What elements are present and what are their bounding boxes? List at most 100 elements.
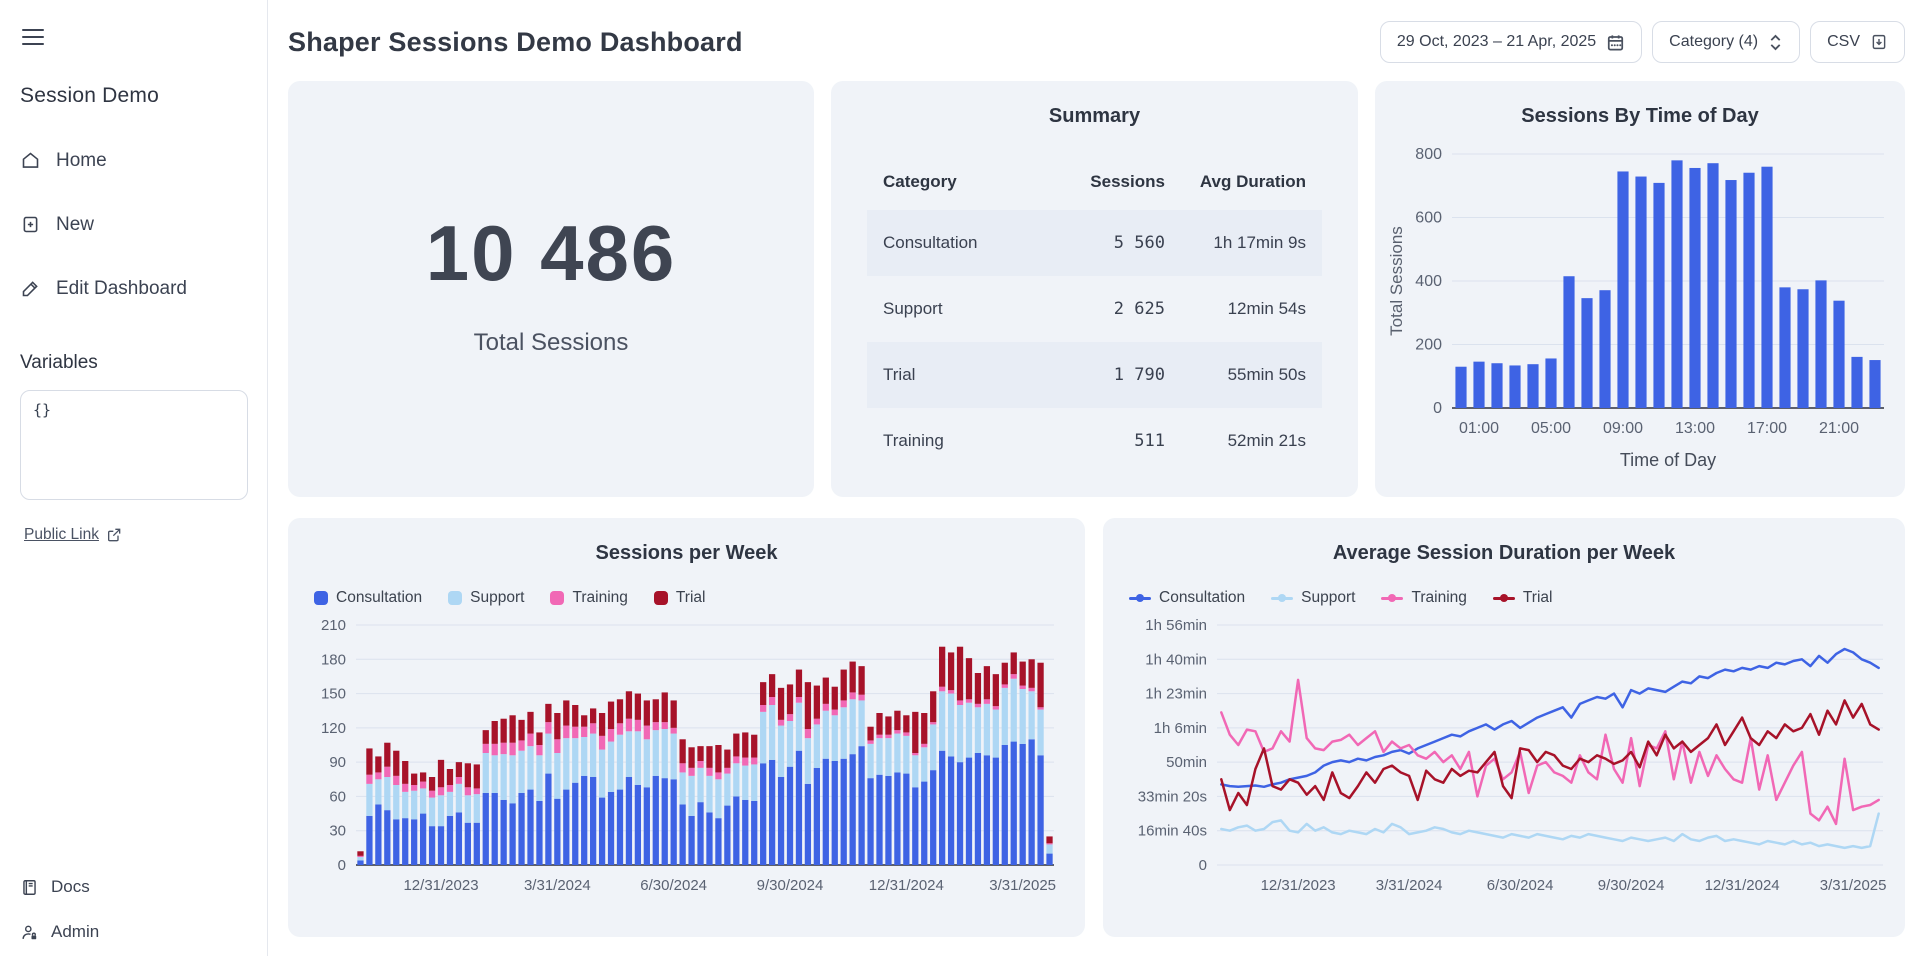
bar-segment-trial [662,692,668,722]
table-row: Consultation 5 560 1h 17min 9s [867,210,1322,276]
svg-text:3/31/2024: 3/31/2024 [1376,877,1443,894]
bar-segment-training [823,704,829,711]
bar-segment-trial [671,700,677,727]
bar-segment-consultation [644,787,650,865]
svg-text:200: 200 [1415,337,1442,354]
bar-segment-trial [438,760,444,787]
bar-segment-trial [1028,659,1034,688]
total-sessions-label: Total Sessions [474,329,629,357]
bar-segment-trial [465,763,471,787]
bar-segment-trial [447,769,453,785]
bar-segment-trial [841,670,847,701]
variables-input[interactable]: {} [20,390,248,500]
table-row: Training 511 52min 21s [867,408,1322,474]
legend-item-trial: Trial [1493,589,1553,607]
hamburger-menu-button[interactable] [20,20,46,54]
sidebar-item-edit-dashboard[interactable]: Edit Dashboard [20,278,247,300]
bar-segment-trial [832,687,838,710]
bar-segment-consultation [393,819,399,865]
bar-segment-support [438,795,444,826]
bar-segment-consultation [402,818,408,865]
public-link[interactable]: Public Link [24,526,122,544]
date-range-button[interactable]: 29 Oct, 2023 – 21 Apr, 2025 [1380,21,1642,63]
svg-text:3/31/2025: 3/31/2025 [1820,877,1887,894]
bar-segment-training [402,784,408,792]
bar-segment-consultation [438,826,444,865]
bar-segment-consultation [948,756,954,865]
svg-text:210: 210 [321,617,346,634]
bar-segment-training [796,697,802,703]
sidebar-item-admin[interactable]: Admin [20,922,99,942]
bar-segment-support [975,707,981,753]
category-cell: Support [867,276,1058,342]
svg-text:400: 400 [1415,273,1442,290]
bar-segment-trial [706,746,712,768]
bar-segment-trial [1002,663,1008,685]
bar-segment-support [465,795,471,822]
legend-line-marker-icon [1271,592,1293,604]
summary-table: Category Sessions Avg Duration Consultat… [867,154,1322,474]
bar-segment-consultation [518,793,524,865]
category-cell: Trial [867,342,1058,408]
bar-segment-consultation [867,778,873,865]
bar-segment-training [572,727,578,738]
bar-segment-consultation [1046,854,1052,865]
bar-segment-consultation [492,793,498,865]
bar-segment-consultation [814,768,820,865]
sidebar-item-new[interactable]: New [20,214,247,236]
bar-segment-training [885,735,891,738]
bar-segment-trial [939,647,945,687]
bar-segment-training [903,732,909,735]
bar-segment-support [1011,679,1017,742]
sidebar-item-docs[interactable]: Docs [20,877,99,897]
summary-header-row: Category Sessions Avg Duration [867,154,1322,210]
bar-segment-trial [957,647,963,701]
svg-text:150: 150 [321,686,346,703]
bar-segment-support [930,724,936,770]
bar-segment-support [885,738,891,776]
bar-segment-support [1028,691,1034,739]
bar-segment-trial [885,716,891,734]
page-title: Shaper Sessions Demo Dashboard [288,27,743,58]
bar-segment-consultation [483,793,489,865]
bar-segment-support [993,710,999,758]
bar-segment-support [411,791,417,820]
category-filter-select[interactable]: Category (4) [1652,21,1800,63]
sessions-cell: 511 [1058,408,1181,474]
bar-segment-support [724,774,730,806]
bar-segment-trial [384,743,390,767]
svg-text:01:00: 01:00 [1459,420,1499,437]
bar-segment-consultation [876,775,882,865]
bar-segment-support [912,755,918,787]
bar-segment-support [1037,710,1043,756]
legend-label: Trial [1523,589,1553,607]
category-filter-label: Category (4) [1669,33,1758,51]
bar-segment-training [626,719,632,732]
bars-group [1455,160,1880,408]
bar-segment-training [599,736,605,750]
sidebar-item-home[interactable]: Home [20,150,247,172]
menu-icon [22,29,44,31]
sessions-by-time-card: Sessions By Time of Day 020040060080001:… [1375,81,1905,497]
bar-segment-support [671,734,677,780]
bar-segment-support [939,691,945,750]
bar-segment-consultation [572,783,578,865]
main-content: Shaper Sessions Demo Dashboard 29 Oct, 2… [268,0,1920,956]
bar-segment-training [483,744,489,753]
bar-segment-consultation [599,798,605,865]
bar-segment-support [590,734,596,777]
svg-text:17:00: 17:00 [1747,420,1787,437]
bar-segment-support [850,699,856,754]
bar-segment-training [850,692,856,699]
svg-text:1h 23min: 1h 23min [1145,686,1207,703]
sessions-per-week-card: Sessions per Week ConsultationSupportTra… [288,518,1085,937]
bar-segment-training [733,756,739,763]
bar-segment-trial [993,674,999,706]
bar-segment-training [1037,707,1043,709]
bar-segment-training [635,720,641,731]
legend-line-marker-icon [1129,592,1151,604]
bar-segment-consultation [939,751,945,865]
csv-export-button[interactable]: CSV [1810,21,1905,63]
header-controls: 29 Oct, 2023 – 21 Apr, 2025 Category (4)… [1380,21,1905,63]
line-training [1221,680,1878,824]
